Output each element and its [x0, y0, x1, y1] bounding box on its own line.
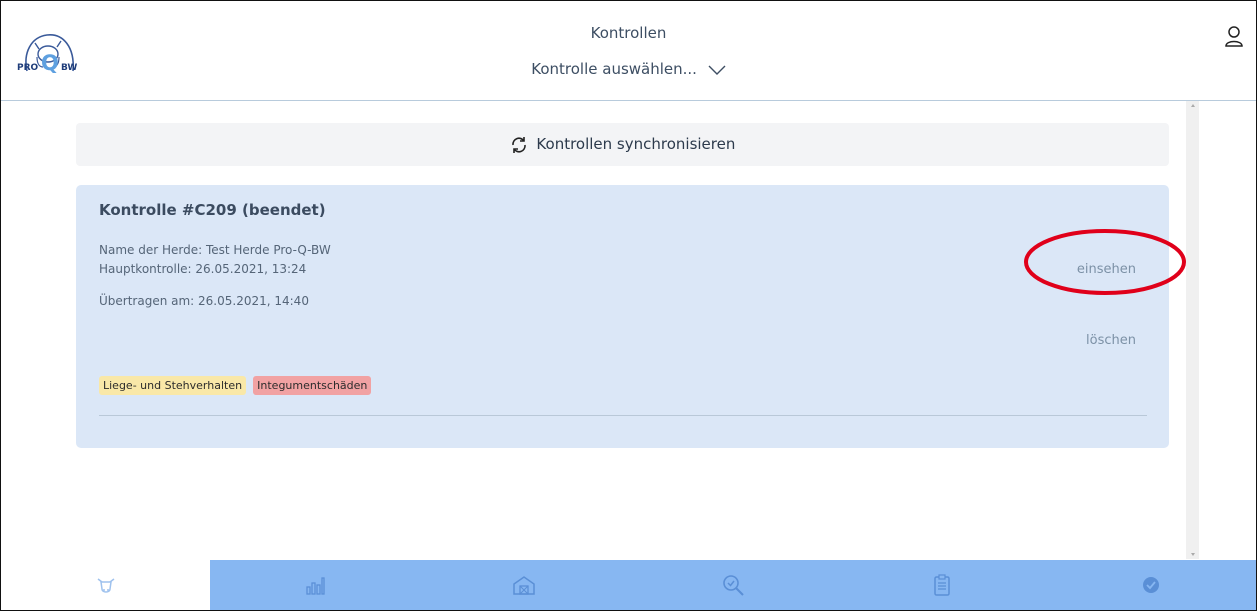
scroll-down-arrow-icon[interactable]: [1191, 553, 1195, 556]
refresh-icon: [511, 136, 526, 153]
nav-barn[interactable]: [419, 560, 628, 610]
sync-label: Kontrollen synchronisieren: [536, 135, 736, 153]
barn-icon: [512, 576, 535, 595]
bar-chart-icon: [305, 577, 325, 595]
transfer-date: Übertragen am: 26.05.2021, 14:40: [99, 294, 309, 308]
page-title: Kontrollen: [590, 24, 667, 42]
kontrolle-selector[interactable]: Kontrolle auswählen...: [1, 60, 1256, 78]
nav-complete[interactable]: [1046, 560, 1256, 610]
check-circle-icon: [1143, 577, 1159, 593]
kontrolle-selector-label: Kontrolle auswählen...: [531, 60, 697, 78]
highlight-ellipse-annotation: [1024, 229, 1186, 295]
main-control-date: Hauptkontrolle: 26.05.2021, 13:24: [99, 262, 307, 276]
search-check-icon: [722, 575, 744, 596]
herd-name: Name der Herde: Test Herde Pro-Q-BW: [99, 243, 331, 257]
nav-inspection[interactable]: [628, 560, 837, 610]
header: PRO Q BW Kontrollen Kontrolle auswählen.…: [1, 1, 1256, 101]
tag-liege-stehverhalten: Liege- und Stehverhalten: [99, 376, 247, 395]
delete-link[interactable]: löschen: [1086, 333, 1136, 348]
sync-button[interactable]: Kontrollen synchronisieren: [76, 123, 1169, 166]
nav-statistics[interactable]: [210, 560, 419, 610]
clipboard-icon: [933, 574, 950, 596]
app-window: PRO Q BW Kontrollen Kontrolle auswählen.…: [0, 0, 1257, 611]
card-divider: [99, 415, 1147, 416]
card-title: Kontrolle #C209 (beendet): [99, 201, 326, 219]
kontrolle-card: Kontrolle #C209 (beendet) Name der Herde…: [76, 185, 1169, 448]
nav-protocol[interactable]: [837, 560, 1046, 610]
nav-herd[interactable]: [1, 560, 210, 610]
vertical-scrollbar[interactable]: [1186, 101, 1199, 559]
cow-icon: [97, 578, 114, 593]
tag-integumentschaeden: Integumentschäden: [253, 376, 372, 395]
chevron-down-icon: [708, 65, 726, 75]
bottom-navigation: [1, 560, 1256, 610]
user-icon[interactable]: [1224, 25, 1244, 49]
tag-list: Liege- und Stehverhalten Integumentschäd…: [99, 374, 373, 395]
scroll-up-arrow-icon[interactable]: [1191, 104, 1195, 107]
